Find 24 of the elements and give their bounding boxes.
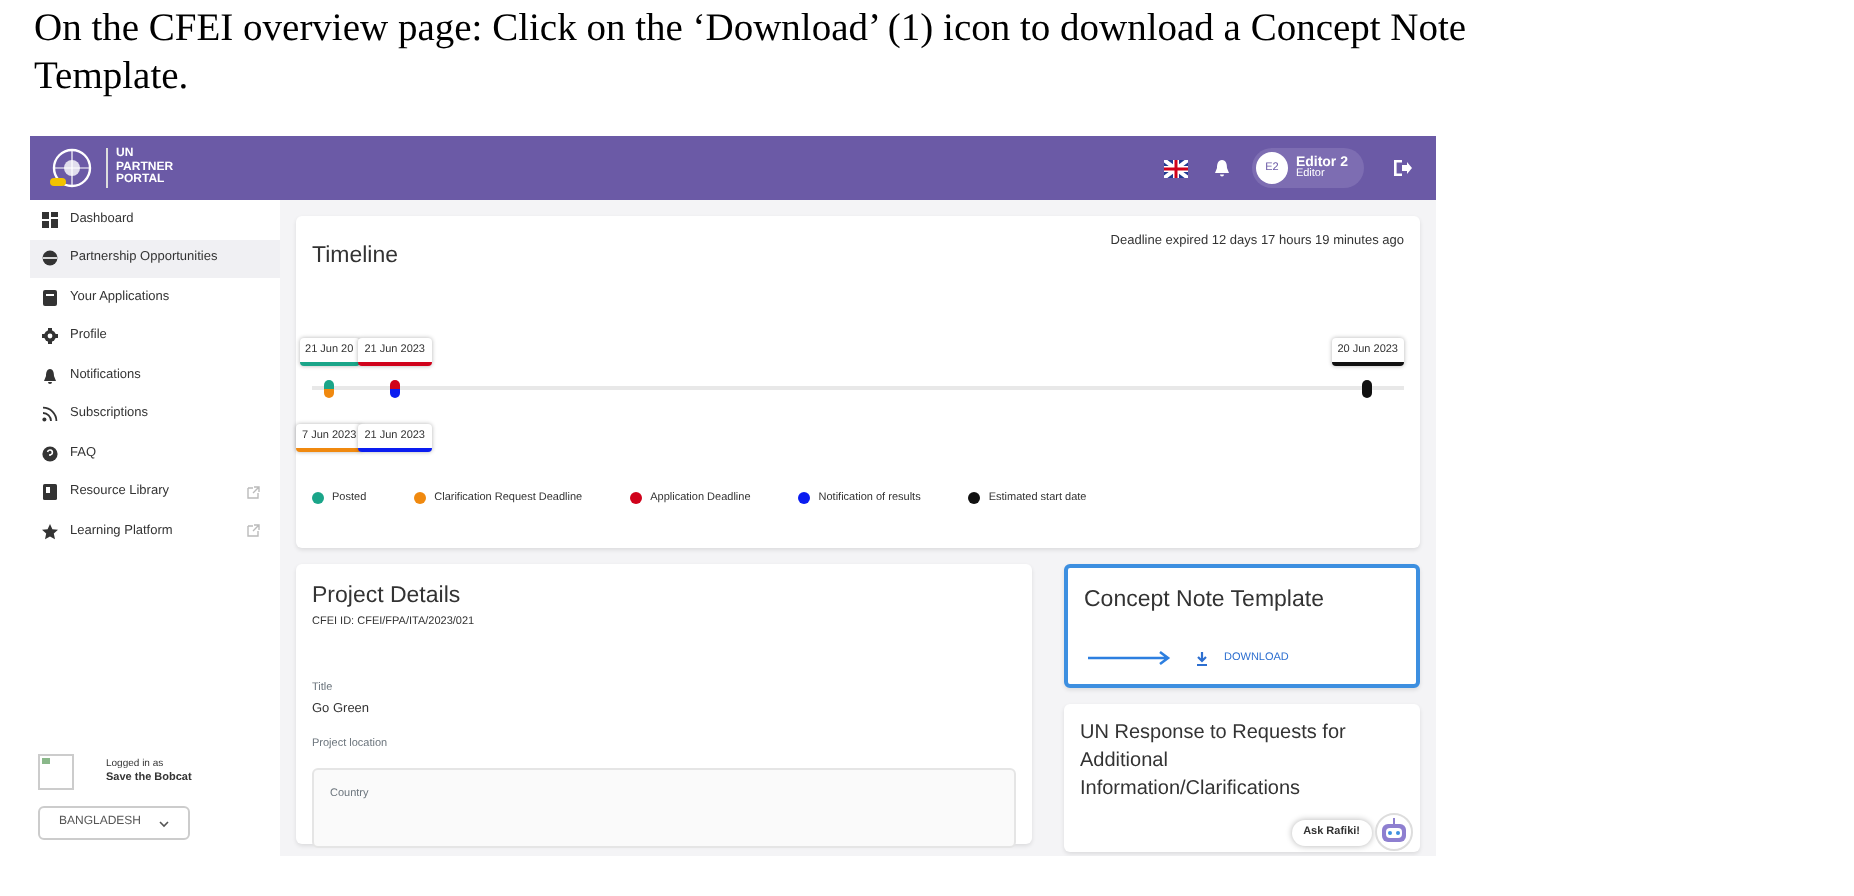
un-response-title: UN Response to Requests for Additional Information/Clarifications: [1080, 719, 1348, 803]
caret-icon: [157, 819, 169, 827]
download-icon: [1196, 651, 1208, 666]
help-icon: [42, 445, 58, 462]
grid-icon: [42, 211, 58, 228]
star-icon: [42, 523, 58, 540]
rss-icon: [42, 406, 58, 423]
project-details-title: Project Details: [312, 582, 463, 612]
globe-icon: [42, 250, 58, 267]
flag-icon[interactable]: [1163, 159, 1188, 177]
instruction-text: On the CFEI overview page: Click on the ‘Download’ (1) icon to download a Concept Note Template.: [34, 6, 1469, 102]
robot-icon[interactable]: [1374, 811, 1414, 851]
timeline-marker: [389, 379, 400, 398]
book-icon: [42, 484, 58, 501]
timeline-marker: [1362, 379, 1373, 398]
concept-note-title: Concept Note Template: [1084, 586, 1326, 616]
timeline-title: Timeline: [312, 242, 399, 272]
broken-image-icon: [38, 754, 74, 790]
bell-icon: [42, 367, 58, 384]
document-icon: [42, 289, 58, 306]
logout-icon[interactable]: [1392, 158, 1412, 178]
bell-icon[interactable]: [1211, 158, 1232, 178]
gear-icon: [42, 328, 58, 345]
timeline-marker: [324, 379, 335, 398]
